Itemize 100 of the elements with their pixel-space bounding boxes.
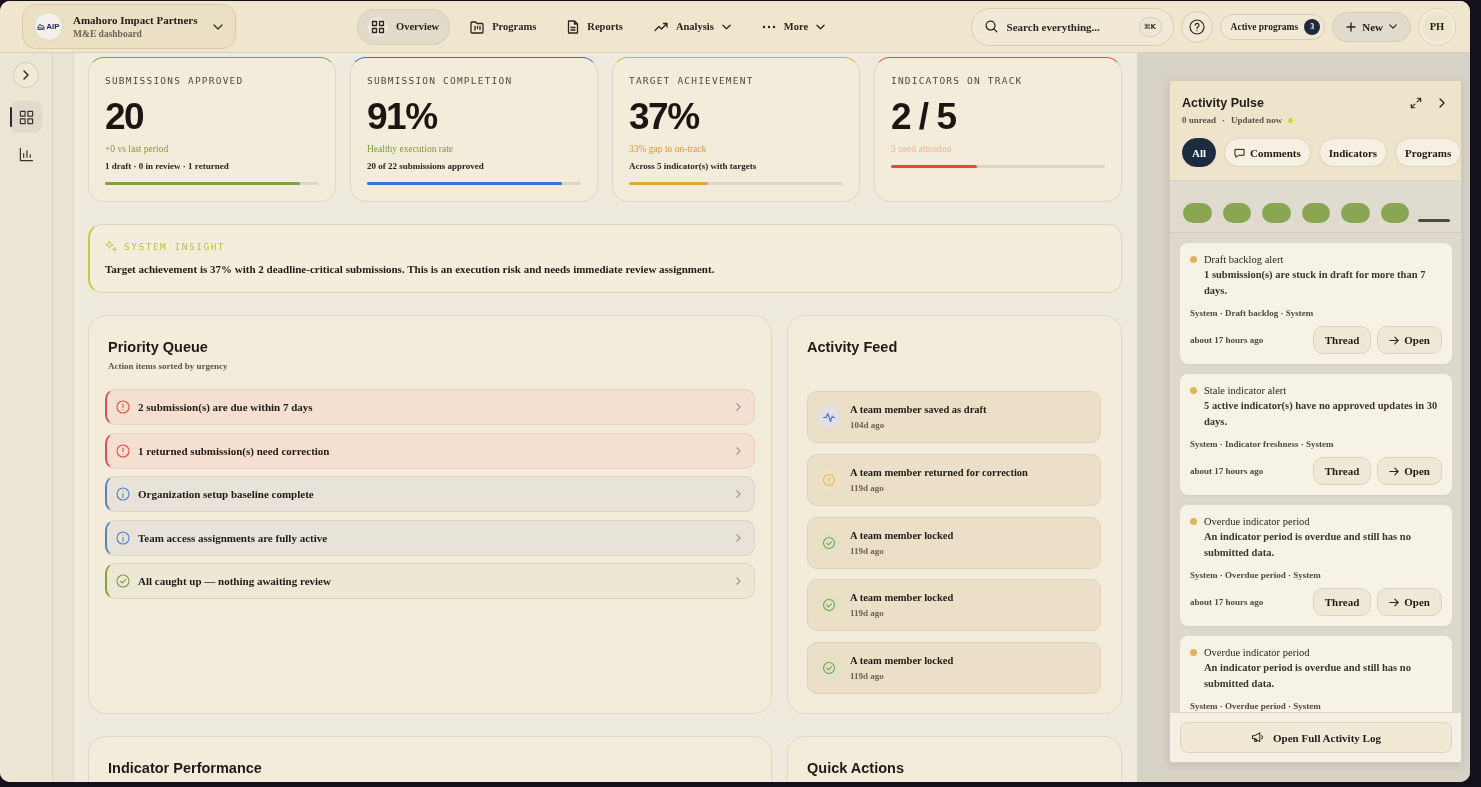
notification-body: 1 submission(s) are stuck in draft for more than 7 days.	[1204, 268, 1427, 298]
dots-icon	[761, 24, 776, 29]
stat-trend: 33% gap to on-track	[629, 143, 708, 155]
stat-detail: 20 of 22 submissions approved	[367, 160, 485, 172]
queue-item[interactable]: Team access assignments are fully active	[105, 519, 755, 556]
notification-meta: System · Overdue period · System	[1190, 700, 1322, 712]
document-icon	[567, 19, 580, 34]
activity-title: A team member saved as draft	[850, 403, 987, 416]
notification-time: about 17 hours ago	[1190, 466, 1264, 476]
logo-text: AIP	[46, 22, 60, 31]
bar-chart-icon	[18, 146, 34, 162]
mountain-icon	[37, 23, 46, 30]
nav-tab[interactable]: More	[750, 8, 837, 45]
count-badge: 3	[1304, 18, 1321, 35]
queue-item[interactable]: 1 returned submission(s) need correction	[105, 432, 755, 469]
notification-meta: System · Overdue period · System	[1190, 569, 1322, 581]
status-text: 0 unread	[1182, 115, 1217, 125]
stat-trend: Healthy execution rate	[367, 143, 454, 155]
arrow-right-icon	[1389, 466, 1400, 476]
activity-log-button[interactable]: Open Full Activity Log	[1180, 722, 1452, 753]
expand-sidebar-button[interactable]	[13, 62, 39, 88]
help-button[interactable]	[1180, 10, 1213, 43]
sidebar-item[interactable]	[10, 101, 42, 133]
activity-time: 104d ago	[850, 420, 886, 431]
card-title: Activity Feed	[806, 338, 899, 356]
action-button[interactable]: Open	[1377, 457, 1442, 485]
arrow-right-icon	[1389, 335, 1400, 345]
check-circle-icon	[818, 594, 840, 617]
activity-time: 119d ago	[850, 671, 885, 682]
active-programs-button[interactable]: Active programs 3	[1219, 13, 1326, 40]
status-dot-icon	[1190, 517, 1197, 525]
card-title: Quick Actions	[806, 759, 905, 777]
action-button[interactable]: Thread	[1312, 326, 1372, 354]
organization-switcher[interactable]: AIP Amahoro Impact Partners M&E dashboard	[22, 4, 236, 49]
activity-title: A team member locked	[850, 654, 954, 667]
grid-icon	[368, 16, 388, 37]
notification-time: about 17 hours ago	[1190, 597, 1264, 607]
nav-tab[interactable]: Analysis	[642, 8, 742, 45]
stat-detail: Across 5 indicator(s) with targets	[629, 160, 758, 172]
activity-time: 119d ago	[850, 608, 885, 620]
queue-item[interactable]: Organization setup baseline complete	[105, 476, 755, 512]
card-title: Indicator Performance	[107, 759, 263, 777]
caret-icon	[1389, 24, 1397, 29]
stat-label: TARGET ACHIEVEMENT	[629, 75, 755, 87]
notification-title: Stale indicator alert	[1204, 384, 1287, 396]
expand-icon	[1410, 97, 1422, 109]
user-avatar[interactable]: PH	[1418, 7, 1456, 46]
status-text: ·	[1222, 115, 1226, 125]
chevron-right-icon	[23, 70, 29, 80]
notification-meta: System · Indicator freshness · System	[1190, 438, 1335, 450]
stat-trend: +0 vs last period	[105, 143, 170, 155]
chevron-right-icon	[736, 577, 741, 585]
plus-icon	[1346, 21, 1357, 32]
stat-value: 91%	[367, 97, 438, 137]
filter-chip[interactable]: Comments	[1224, 138, 1311, 167]
status-dot-icon	[1190, 255, 1197, 263]
megaphone-icon	[1251, 732, 1265, 743]
stat-value: 37%	[629, 97, 700, 137]
chevron-right-icon	[1439, 98, 1445, 108]
notification-title: Draft backlog alert	[1204, 253, 1284, 265]
card-subtitle: Action items sorted by urgency	[107, 360, 229, 372]
activity-time: 119d ago	[850, 545, 885, 557]
stat-label: SUBMISSIONS APPROVED	[105, 75, 245, 87]
action-button[interactable]: Thread	[1312, 457, 1372, 485]
notification-meta: System · Draft backlog · System	[1190, 307, 1315, 319]
status-text: Updated now	[1231, 115, 1283, 125]
action-button[interactable]: Open	[1377, 588, 1442, 616]
insight-text: Target achievement is 37% with 2 deadline-critical submissions. This is an execution risk and needs immediate review assignment.	[105, 262, 716, 276]
chevron-right-icon	[736, 446, 741, 455]
new-button[interactable]: New	[1332, 11, 1411, 42]
expand-button[interactable]	[1410, 97, 1422, 109]
activity-title: A team member returned for correction	[850, 465, 1028, 479]
nav-tab[interactable]: Reports	[556, 8, 634, 45]
stat-value: 2 / 5	[891, 97, 957, 137]
nav-tab[interactable]: Overview	[357, 8, 451, 45]
filter-chip[interactable]: All	[1182, 138, 1217, 167]
chevron-right-icon	[736, 533, 741, 542]
notification-title: Overdue indicator period	[1204, 646, 1310, 658]
grid-icon	[18, 109, 34, 125]
notification-body: An indicator period is overdue and still has no submitted data.	[1204, 661, 1412, 691]
comment-icon	[1234, 147, 1246, 158]
card-title: Priority Queue	[107, 338, 209, 356]
action-button[interactable]: Thread	[1312, 588, 1372, 616]
search-icon	[984, 20, 998, 33]
panel-title: Activity Pulse	[1182, 96, 1264, 110]
stat-value: 20	[105, 97, 145, 137]
filter-chip[interactable]: Indicators	[1318, 138, 1388, 167]
queue-item[interactable]: All caught up — nothing awaiting review	[105, 563, 755, 599]
pulse-icon	[818, 406, 840, 428]
queue-item[interactable]: 2 submission(s) are due within 7 days	[105, 389, 755, 425]
caret-icon	[213, 23, 223, 30]
next-button[interactable]	[1439, 98, 1445, 108]
action-button[interactable]: Open	[1377, 326, 1442, 354]
check-circle-icon	[818, 531, 840, 554]
stat-label: SUBMISSION COMPLETION	[367, 75, 514, 87]
filter-chip[interactable]: Programs	[1395, 138, 1461, 167]
stat-label: INDICATORS ON TRACK	[891, 75, 1024, 87]
arrow-right-icon	[1389, 597, 1400, 607]
nav-tab[interactable]: Programs	[459, 8, 548, 45]
notification-body: An indicator period is overdue and still has no submitted data.	[1204, 530, 1412, 560]
